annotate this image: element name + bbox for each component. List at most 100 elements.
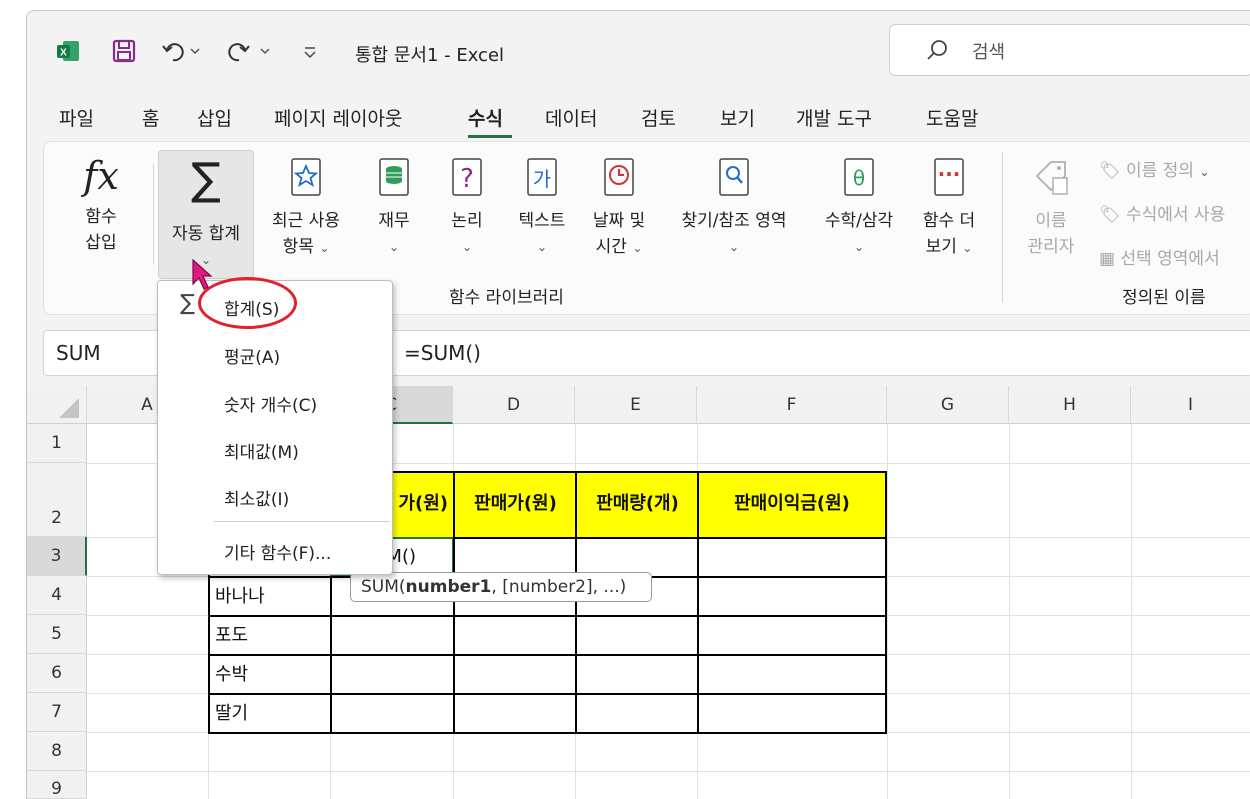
cell-f6[interactable] [697,654,887,694]
name-manager-button[interactable]: 이름 관리자 [1016,156,1086,260]
cell-b7[interactable]: 딸기 [208,693,331,734]
column-header-f[interactable]: F [697,386,887,424]
tab-help[interactable]: 도움말 [926,104,978,131]
sum-icon: ∑ [180,291,195,316]
select-all-corner[interactable] [27,386,87,424]
cell-e7[interactable] [575,693,698,734]
text-functions-button[interactable]: 가 텍스트 ⌄ [510,156,574,260]
lookup-button[interactable]: 찾기/참조 영역 ⌄ [664,156,804,260]
tab-data[interactable]: 데이터 [545,104,597,131]
tab-insert[interactable]: 삽입 [197,104,232,131]
cell-c6[interactable] [330,654,454,694]
create-from-selection-button[interactable]: ▦ 선택 영역에서 [1099,244,1220,269]
cell-f5[interactable] [697,615,887,655]
math-trig-button[interactable]: θ 수학/삼각 ⌄ [814,156,904,260]
gridline [1009,424,1010,799]
tab-file[interactable]: 파일 [59,104,94,131]
tab-page-layout[interactable]: 페이지 레이아웃 [274,104,402,131]
formula-bar[interactable]: =SUM() [319,330,1250,376]
cell-d6[interactable] [453,654,576,694]
gridline [887,424,888,799]
financial-label: 재무 [378,211,410,231]
cell-b6[interactable]: 수박 [208,654,331,694]
search-box[interactable]: 검색 [889,24,1250,76]
datetime-label-2: 시간 ⌄ [595,237,643,257]
header-cell-f2[interactable]: 판매이익금(원) [697,471,887,537]
logical-button[interactable]: ? 논리 ⌄ [442,156,492,260]
header-cell-e2[interactable]: 판매량(개) [575,471,698,537]
menu-item-count[interactable]: 숫자 개수(C) [224,391,317,416]
row-header-6[interactable]: 6 [27,654,87,693]
math-trig-label: 수학/삼각 [824,211,894,231]
recent-functions-button[interactable]: 최근 사용 항목 ⌄ [260,156,352,261]
tab-view[interactable]: 보기 [720,104,755,131]
separator [153,164,154,264]
chevron-down-icon: ⌄ [536,240,548,254]
insert-function-button[interactable]: fx 함수 삽입 [66,154,136,256]
cell-f3[interactable] [697,537,887,577]
more-functions-button[interactable]: ··· 함수 더 보기 ⌄ [914,156,984,261]
name-manager-label-2: 관리자 [1027,237,1075,257]
cell-b5[interactable]: 포도 [208,615,331,655]
column-header-g[interactable]: G [887,386,1009,424]
header-cell-d2[interactable]: 판매가(원) [453,471,576,537]
star-book-icon [291,158,321,196]
column-header-i[interactable]: I [1131,386,1250,424]
menu-item-average[interactable]: 평균(A) [224,343,280,368]
cell-c7[interactable] [330,693,454,734]
text-book-icon: 가 [527,158,557,196]
row-header-7[interactable]: 7 [27,693,87,732]
column-header-e[interactable]: E [575,386,697,424]
row-header-5[interactable]: 5 [27,615,87,654]
tab-home[interactable]: 홈 [142,104,159,131]
customize-toolbar-icon[interactable] [297,38,323,64]
cell-f7[interactable] [697,693,887,734]
column-header-h[interactable]: H [1009,386,1131,424]
tab-developer[interactable]: 개발 도구 [796,104,872,131]
define-name-button[interactable]: 🏷 이름 정의 ⌄ [1099,156,1209,181]
row-header-4[interactable]: 4 [27,576,87,615]
save-icon[interactable] [111,38,137,64]
menu-item-min[interactable]: 최소값(I) [224,485,289,510]
menu-item-more-functions[interactable]: 기타 함수(F)... [224,539,331,564]
tab-formulas[interactable]: 수식 [468,104,503,131]
redo-icon[interactable] [225,38,273,64]
use-in-formula-button[interactable]: 🏷 수식에서 사용 [1099,200,1225,225]
sigma-icon: ∑ [191,154,221,205]
cell-e6[interactable] [575,654,698,694]
excel-window: X 통합 문서1 - Excel 검색 파일 홈 삽입 페이지 레이아웃 수식 … [26,10,1250,799]
datetime-button[interactable]: 날짜 및 시간 ⌄ [584,156,654,261]
coins-book-icon [379,158,409,196]
name-tag-icon [1035,161,1068,195]
menu-item-max[interactable]: 최대값(M) [224,438,299,463]
cell-e3[interactable] [575,537,698,577]
row-header-2[interactable]: 2 [27,463,87,537]
chevron-down-icon: ⌄ [853,240,865,254]
svg-text:X: X [60,48,67,59]
cell-c5[interactable] [330,615,454,655]
search-icon [927,40,947,60]
column-header-d[interactable]: D [453,386,575,424]
clock-book-icon [604,158,634,196]
theta-book-icon: θ [844,158,874,196]
excel-logo-icon: X [55,38,81,64]
chevron-down-icon: ⌄ [388,240,400,254]
cell-d7[interactable] [453,693,576,734]
cell-e5[interactable] [575,615,698,655]
cell-d5[interactable] [453,615,576,655]
financial-button[interactable]: 재무 ⌄ [369,156,419,260]
row-header-3[interactable]: 3 [27,537,87,576]
row-header-1[interactable]: 1 [27,424,87,463]
cell-d3[interactable] [453,537,576,577]
row-header-8[interactable]: 8 [27,732,87,771]
question-book-icon: ? [452,158,482,196]
gridline [87,771,1250,772]
undo-icon[interactable] [161,38,201,64]
cell-b4[interactable]: 바나나 [208,576,331,616]
chevron-down-icon: ⌄ [461,240,473,254]
tab-review[interactable]: 검토 [641,104,676,131]
row-header-9[interactable]: 9 [27,771,87,799]
cell-f4[interactable] [697,576,887,616]
svg-text:가: 가 [533,167,551,191]
chevron-down-icon: ⌄ [728,240,740,254]
